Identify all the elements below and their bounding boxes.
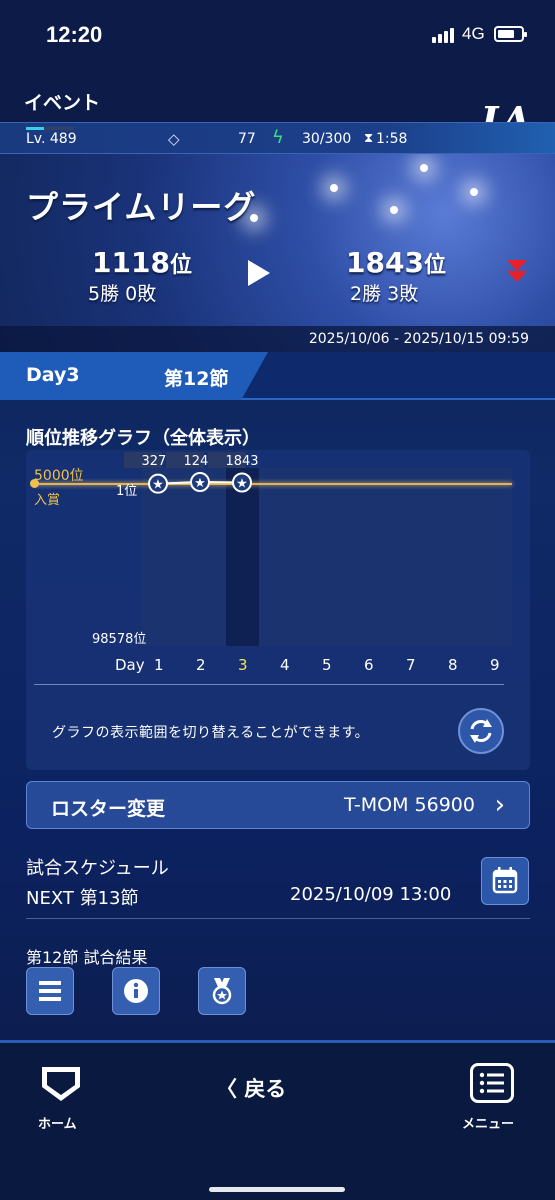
stadium-light: [390, 206, 398, 214]
back-button[interactable]: 〈 戻る: [216, 1073, 286, 1103]
gem-count: 77: [238, 131, 256, 147]
day-tick-current[interactable]: 3: [238, 656, 248, 674]
stamina-timer: 1:58: [376, 131, 408, 147]
result-info-button[interactable]: [112, 967, 160, 1015]
day-tick[interactable]: 1: [154, 656, 164, 674]
result-list-button[interactable]: [26, 967, 74, 1015]
menu-label[interactable]: メニュー: [462, 1113, 514, 1132]
bottom-rank-label: 98578位: [92, 632, 147, 647]
list-icon: [39, 981, 61, 1001]
day-tick[interactable]: 5: [322, 656, 332, 674]
back-icon: 〈: [216, 1077, 237, 1101]
day-axis-label: Day: [115, 656, 145, 674]
current-day: Day3: [26, 364, 80, 386]
home-indicator: [209, 1187, 345, 1192]
roster-value: T-MOM 56900: [344, 794, 475, 816]
stamina-value: 30/300: [302, 131, 352, 147]
battery-icon: [494, 26, 527, 42]
level-progress-bar: [26, 127, 74, 130]
schedule-title: 試合スケジュール: [26, 858, 169, 879]
day-tick[interactable]: 2: [196, 656, 206, 674]
current-day-column: [226, 468, 259, 646]
refresh-icon: [470, 719, 492, 743]
stadium-light: [330, 184, 338, 192]
bolt-icon: ϟ: [272, 127, 284, 148]
result-medal-button[interactable]: [198, 967, 246, 1015]
refresh-button[interactable]: [458, 708, 504, 754]
player-info-bar: Lv. 489 ◇ 77 ϟ 30/300 ⧗ 1:58: [0, 122, 555, 154]
page-title: イベント: [24, 92, 101, 114]
event-header: イベント LA: [0, 70, 555, 143]
previous-record: 5勝 0敗: [88, 283, 157, 305]
schedule-datetime: 2025/10/09 13:00: [290, 884, 452, 905]
signal-icon: [432, 28, 454, 43]
stadium-light: [470, 188, 478, 196]
league-hero-panel: プライムリーグ 1118位 5勝 0敗 1843位 2勝 3敗 2025/10/…: [0, 154, 555, 352]
info-icon: [124, 979, 148, 1003]
rank-down-icon: [507, 260, 527, 282]
network-type: 4G: [462, 24, 485, 43]
home-icon[interactable]: [38, 1063, 84, 1105]
goal-rank-label: 5000位: [34, 468, 84, 484]
league-name: プライムリーグ: [26, 188, 257, 226]
home-label[interactable]: ホーム: [38, 1113, 77, 1132]
roster-change-button[interactable]: ロスター変更 T-MOM 56900 ›: [26, 781, 530, 829]
day-axis: Day 1 2 3 4 5 6 7 8 9: [0, 656, 555, 676]
day-tick[interactable]: 6: [364, 656, 374, 674]
period-bar: 2025/10/06 - 2025/10/15 09:59: [0, 326, 555, 352]
current-record: 2勝 3敗: [350, 283, 419, 305]
chevron-right-icon: ›: [494, 790, 505, 820]
calendar-icon: [492, 867, 518, 894]
player-level: Lv. 489: [26, 131, 77, 147]
goal-line: [34, 483, 512, 485]
hourglass-icon: ⧗: [364, 131, 374, 146]
current-round: 第12節: [164, 368, 229, 390]
current-rank: 1843位: [346, 246, 446, 279]
day-tick[interactable]: 8: [448, 656, 458, 674]
status-time: 12:20: [46, 22, 103, 47]
top-rank-label: 1位: [116, 484, 138, 499]
day-bar: Day3 第12節: [0, 352, 555, 400]
league-period: 2025/10/06 - 2025/10/15 09:59: [308, 331, 529, 347]
section-divider: [26, 918, 530, 919]
medal-icon: [212, 978, 232, 1005]
back-label: 戻る: [244, 1077, 287, 1101]
calendar-button[interactable]: [481, 857, 529, 905]
day-tick[interactable]: 7: [406, 656, 416, 674]
bottom-navigation: ホーム 〈 戻る メニュー: [0, 1040, 555, 1200]
graph-plot-area: [142, 468, 512, 646]
day-tick[interactable]: 4: [280, 656, 290, 674]
graph-title: 順位推移グラフ（全体表示）: [26, 428, 260, 449]
roster-label: ロスター変更: [51, 798, 166, 820]
goal-prize-label: 入賞: [34, 493, 61, 508]
status-bar: 12:20 4G: [0, 0, 555, 70]
day-tick[interactable]: 9: [490, 656, 500, 674]
result-title: 第12節 試合結果: [26, 948, 148, 967]
play-icon: [248, 260, 270, 286]
graph-note: グラフの表示範囲を切り替えることができます。: [52, 725, 370, 741]
previous-rank: 1118位: [92, 246, 192, 279]
stadium-light: [420, 164, 428, 172]
axis-divider: [34, 684, 504, 685]
menu-icon[interactable]: [470, 1063, 514, 1103]
menu-lines-icon: [479, 1072, 504, 1094]
gem-icon: ◇: [168, 130, 180, 148]
schedule-next-round: NEXT 第13節: [26, 888, 139, 909]
